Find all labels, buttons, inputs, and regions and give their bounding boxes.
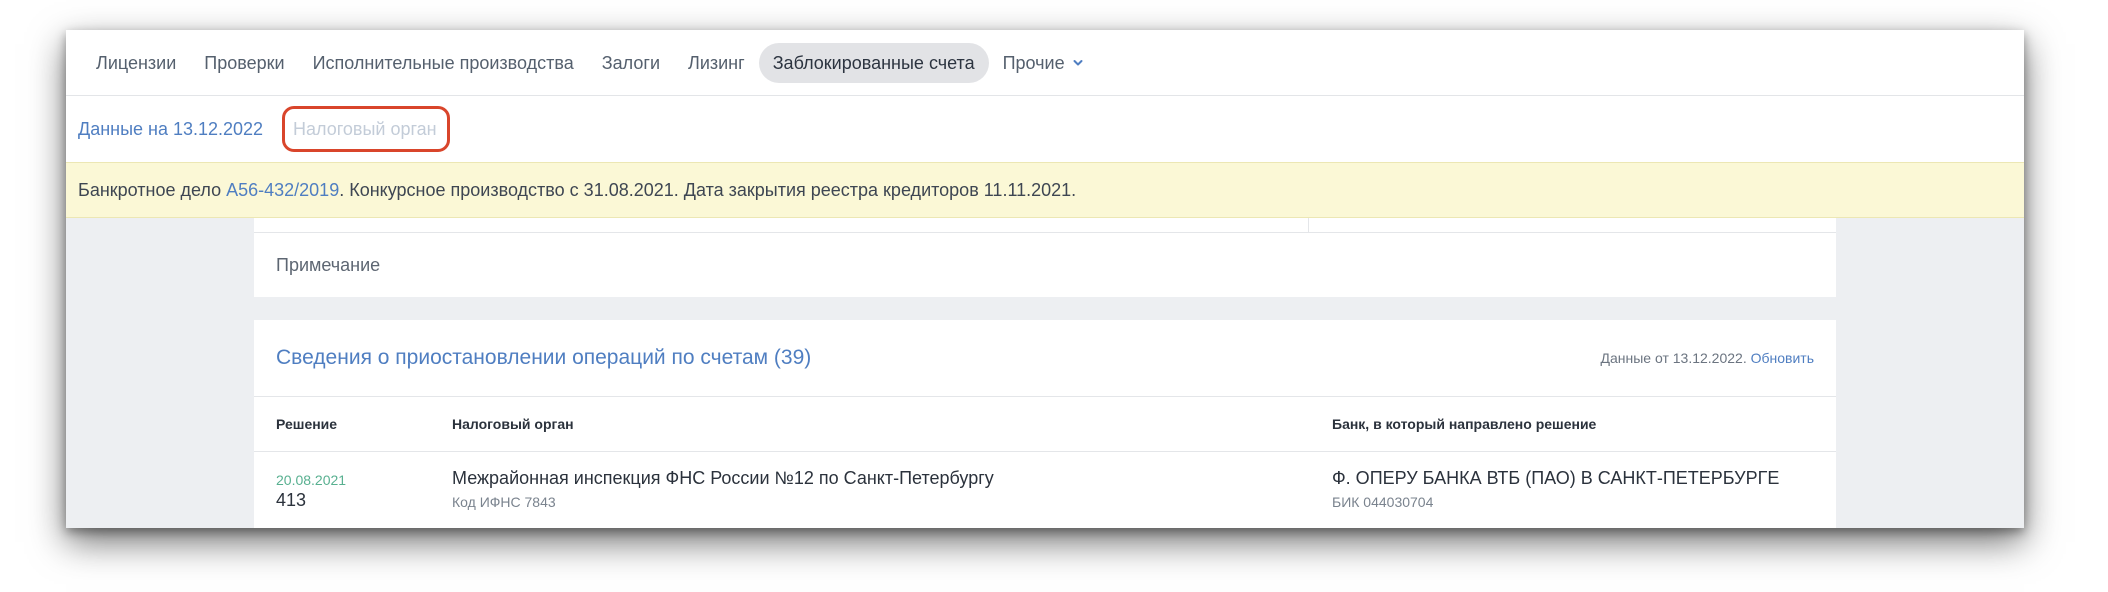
tab-licenses[interactable]: Лицензии — [82, 43, 190, 83]
decision-date: 20.08.2021 — [276, 472, 347, 488]
bank-name: Ф. ОПЕРУ БАНКА ВТБ (ПАО) В САНКТ-ПЕТЕРБУ… — [1332, 468, 1780, 488]
tab-blocked-accounts[interactable]: Заблокированные счета — [758, 42, 989, 83]
decision-number[interactable]: 413 — [276, 490, 306, 511]
tab-label: Заблокированные счета — [772, 52, 975, 73]
app-window: Лицензии Проверки Исполнительные произво… — [66, 30, 2024, 528]
data-meta: Данные от 13.12.2022. Обновить — [1601, 320, 1815, 396]
data-date-link[interactable]: Данные на 13.12.2022 — [78, 96, 263, 162]
tax-authority-link[interactable]: Налоговый орган — [282, 106, 450, 152]
bank-bik: БИК 044030704 — [1332, 494, 1434, 510]
tax-authority-code: Код ИФНС 7843 — [452, 494, 556, 510]
tab-inspections[interactable]: Проверки — [190, 43, 298, 83]
column-header-tax-authority: Налоговый орган — [452, 416, 574, 432]
table-row: 20.08.2021 413 Межрайонная инспекция ФНС… — [254, 452, 1836, 528]
column-header-bank: Банк, в который направлено решение — [1332, 416, 1597, 432]
tab-pledges[interactable]: Залоги — [588, 43, 674, 83]
notice-prefix: Банкротное дело — [78, 180, 227, 200]
tab-label: Лицензии — [96, 52, 177, 73]
tab-label: Исполнительные производства — [312, 52, 574, 73]
tab-leasing[interactable]: Лизинг — [674, 43, 759, 83]
top-tabs-bar: Лицензии Проверки Исполнительные произво… — [66, 30, 2024, 96]
tab-other-dropdown[interactable]: Прочие — [989, 43, 1097, 83]
bankruptcy-notice: Банкротное дело А56-432/2019. Конкурсное… — [66, 162, 2024, 218]
tab-label: Залоги — [601, 52, 660, 73]
tab-label: Лизинг — [688, 52, 745, 73]
section-title: Сведения о приостановлении операций по с… — [276, 346, 812, 369]
tab-label: Прочие — [1002, 52, 1065, 73]
note-card: Примечание — [254, 233, 1836, 297]
refresh-link[interactable]: Обновить — [1751, 350, 1814, 366]
chevron-down-icon — [1073, 59, 1083, 65]
previous-card-bottom — [254, 218, 1836, 233]
suspension-card: Сведения о приостановлении операций по с… — [254, 320, 1836, 528]
note-label: Примечание — [276, 255, 381, 275]
card-header: Сведения о приостановлении операций по с… — [254, 320, 1836, 397]
data-meta-date: Данные от 13.12.2022. — [1600, 350, 1751, 366]
column-divider — [1308, 218, 1309, 232]
table-header: Решение Налоговый орган Банк, в который … — [254, 397, 1836, 452]
tab-enforcement-proceedings[interactable]: Исполнительные производства — [299, 43, 588, 83]
notice-suffix: . Конкурсное производство с 31.08.2021. … — [339, 180, 1077, 200]
tax-authority-name: Межрайонная инспекция ФНС России №12 по … — [452, 468, 994, 488]
tab-label: Проверки — [204, 52, 285, 73]
case-number-link[interactable]: А56-432/2019 — [226, 180, 339, 200]
column-header-decision: Решение — [276, 416, 338, 432]
